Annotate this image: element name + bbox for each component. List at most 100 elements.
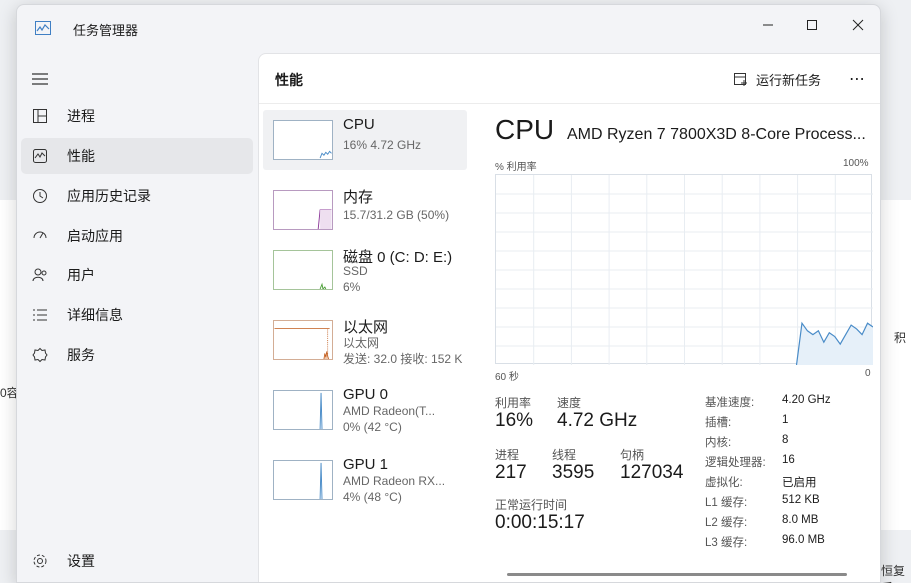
run-new-task-label: 运行新任务 [756,72,822,88]
nav-item-app-history[interactable]: 应用历史记录 [21,178,253,214]
gpu1-thumbnail [273,460,333,500]
spec-key: 虚拟化: [705,477,743,489]
device-detail: 4% (48 °C) [343,490,402,504]
device-detail: 6% [343,280,361,294]
spec-value: 16 [782,454,795,466]
graph-time-right: 0 [865,368,871,379]
device-name: GPU 0 [343,386,389,403]
spec-key: 基准速度: [705,397,755,409]
cpu-thumbnail [273,120,333,160]
cpu-usage-area [796,323,873,365]
background-text-bottom: 恒复后 [881,564,906,583]
utilization-label: 利用率 [495,396,532,410]
device-item-memory[interactable]: 内存 15.7/31.2 GB (50%) [263,180,467,240]
nav-item-processes[interactable]: 进程 [21,98,253,134]
nav-item-startup-apps[interactable]: 启动应用 [21,218,253,254]
device-item-gpu0[interactable]: GPU 0 AMD Radeon(T... 0% (42 °C) [263,380,467,440]
spec-value: 1 [782,414,789,426]
settings-gear-icon [31,552,49,570]
more-options-icon: ⋯ [849,71,865,88]
nav-label: 进程 [67,108,95,124]
spec-value: 8.0 MB [782,514,819,526]
spec-key: 内核: [705,437,732,449]
nav-item-performance[interactable]: 性能 [21,138,253,174]
services-icon [31,346,49,364]
device-name: 内存 [343,189,374,206]
window-title: 任务管理器 [73,23,139,38]
handles-label: 句柄 [620,448,645,462]
device-name: GPU 1 [343,456,389,473]
processes-value: 217 [495,462,527,483]
device-detail: SSD [343,264,368,278]
maximize-button[interactable] [789,11,835,39]
processes-icon [31,107,49,125]
nav-label: 详细信息 [67,307,123,323]
cpu-graph-canvas [496,175,873,365]
disk-thumbnail [273,250,333,290]
device-detail: 0% (42 °C) [343,420,402,434]
nav-item-details[interactable]: 详细信息 [21,297,253,333]
cpu-detail-pane: CPU AMD Ryzen 7 7800X3D 8-Core Process..… [495,104,880,582]
close-button[interactable] [835,11,880,39]
device-item-disk[interactable]: 磁盘 0 (C: D: E:) SSD 6% [263,240,467,300]
nav-label: 设置 [67,553,95,569]
device-detail: 16% 4.72 GHz [343,138,422,152]
device-item-ethernet[interactable]: 以太网 以太网 发送: 32.0 接收: 152 K [263,310,467,370]
nav-label: 启动应用 [67,228,123,244]
horizontal-scrollbar[interactable] [507,573,847,576]
device-item-cpu[interactable]: CPU 16% 4.72 GHz [263,110,467,170]
gpu0-thumbnail [273,390,333,430]
background-app-strip [0,200,16,530]
nav-label: 服务 [67,347,95,363]
run-new-task-icon [734,72,747,86]
more-options-button[interactable]: ⋯ [844,66,870,92]
device-item-gpu1[interactable]: GPU 1 AMD Radeon RX... 4% (48 °C) [263,450,467,510]
performance-icon [31,147,49,165]
cpu-utilization-graph [495,174,873,365]
spec-value: 4.20 GHz [782,394,831,406]
uptime-label: 正常运行时间 [495,498,568,512]
spec-key: L3 缓存: [705,537,748,549]
nav-item-services[interactable]: 服务 [21,337,253,373]
nav-label: 应用历史记录 [67,188,151,204]
task-manager-window: 任务管理器 进程 性能 应用历史记录 启动应用 用户 详细信息 服务 设置 性能… [16,4,881,583]
graph-time-left: 60 秒 [495,372,519,383]
device-detail: 发送: 32.0 接收: 152 K [343,352,463,366]
spec-value: 96.0 MB [782,534,825,546]
nav-item-settings[interactable]: 设置 [21,543,253,579]
device-detail: AMD Radeon(T... [343,404,436,418]
cpu-model-name: AMD Ryzen 7 7800X3D 8-Core Process... [567,126,866,143]
title-bar[interactable]: 任务管理器 [17,5,880,49]
threads-value: 3595 [552,462,595,483]
handles-value: 127034 [620,462,684,483]
maximize-icon [807,20,817,30]
device-detail: AMD Radeon RX... [343,474,446,488]
background-app-strip-right [881,200,911,530]
processes-label: 进程 [495,448,520,462]
performance-panel: 性能 运行新任务 ⋯ CPU 16% 4.72 GHz 内存 15.7/31.2… [258,53,880,582]
speed-value: 4.72 GHz [557,410,638,431]
minimize-icon [763,24,773,26]
speed-label: 速度 [557,396,582,410]
spec-key: 逻辑处理器: [705,457,766,469]
device-detail: 15.7/31.2 GB (50%) [343,208,450,222]
details-icon [31,306,49,324]
panel-header: 性能 运行新任务 ⋯ [259,54,880,104]
detail-title: CPU [495,114,555,145]
spec-value: 已启用 [782,477,817,489]
device-name: CPU [343,116,375,133]
minimize-button[interactable] [745,11,791,39]
page-title: 性能 [275,72,303,88]
graph-max-label: 100% [843,158,869,169]
history-icon [31,187,49,205]
nav-item-users[interactable]: 用户 [21,257,253,293]
ethernet-thumbnail [273,320,333,360]
utilization-value: 16% [495,410,534,431]
graph-y-label: % 利用率 [495,162,537,173]
threads-label: 线程 [552,448,577,462]
run-new-task-button[interactable]: 运行新任务 [733,67,821,91]
hamburger-menu-icon[interactable] [31,71,49,87]
navigation-pane: 进程 性能 应用历史记录 启动应用 用户 详细信息 服务 设置 [17,49,258,582]
background-text-right: 积 [894,331,907,345]
task-manager-app-icon [35,21,51,35]
